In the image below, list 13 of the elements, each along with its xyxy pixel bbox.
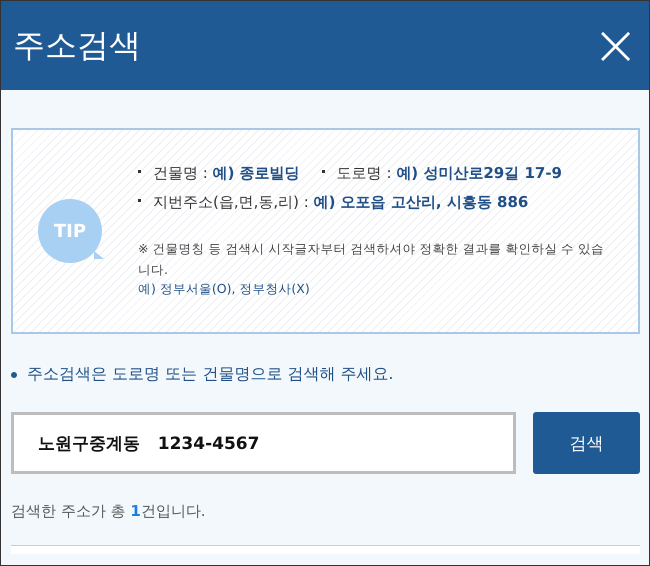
window-title: 주소검색 <box>13 24 141 66</box>
close-button[interactable]: × <box>586 18 645 74</box>
search-button[interactable]: 검색 <box>533 412 640 474</box>
tip-example-line: 도로명 : 예) 성미산로29길 17-9 <box>322 164 562 183</box>
search-field[interactable]: 노원구중계동 1234-4567 <box>11 412 516 474</box>
result-count-text: 검색한 주소가 총 1건입니다. <box>11 502 207 521</box>
tip-example-line: 지번주소(읍,면,동,리) : 예) 오포읍 고산리, 시흥동 886 <box>138 193 528 212</box>
bullet-icon <box>11 372 17 378</box>
tip-example: 예) 정부서울(O), 정부청사(X) <box>138 281 311 298</box>
tip-badge: TIP <box>38 199 102 263</box>
tip-note: ※ 건물명칭 등 검색시 시작글자부터 검색하셔야 정확한 결과를 확인하실 수 있습니다. <box>138 240 606 279</box>
tip-example-line: 건물명 : 예) 종로빌딩 <box>138 164 300 183</box>
guide-text: 주소검색은 도로명 또는 건물명으로 검색해 주세요. <box>27 364 394 385</box>
